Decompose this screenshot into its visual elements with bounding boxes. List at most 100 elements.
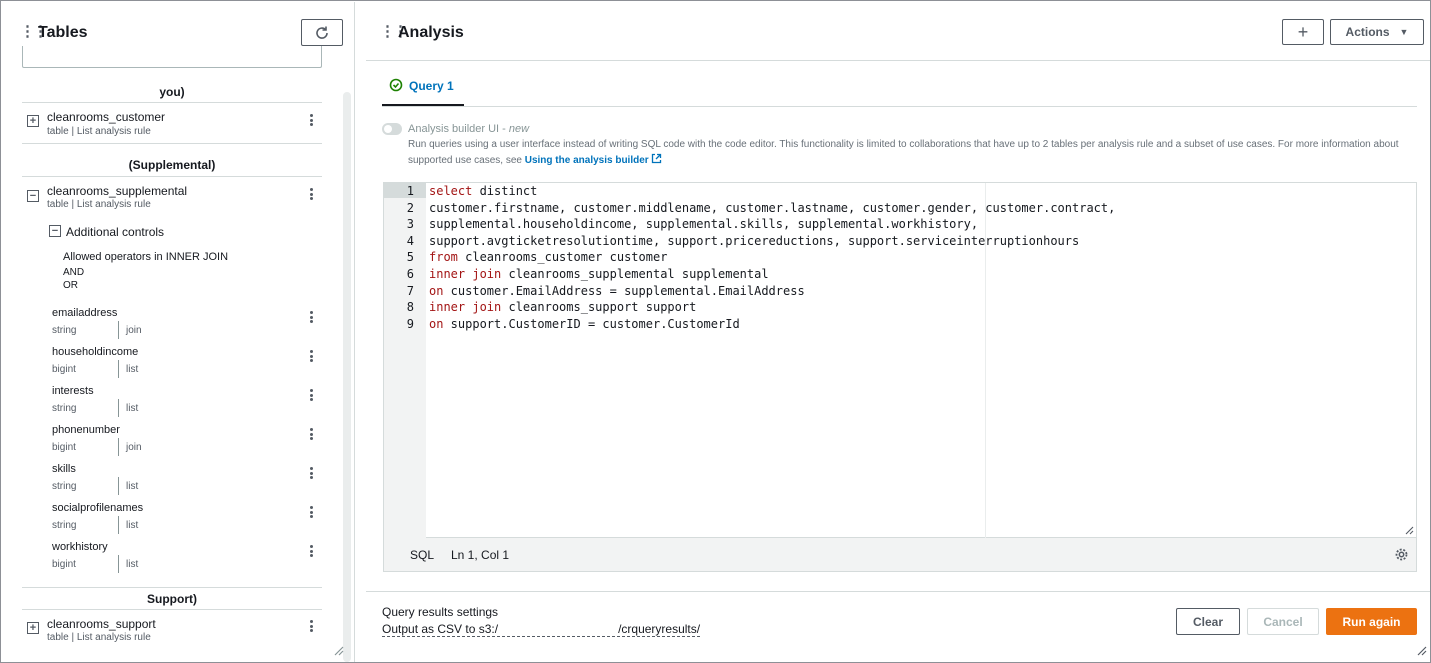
column-rule: list (126, 520, 139, 531)
operator-or: OR (63, 280, 78, 291)
code-text: cleanrooms_supplemental supplemental (501, 267, 769, 281)
column-type: string (52, 325, 77, 336)
column-name[interactable]: phonenumber (52, 424, 120, 436)
clear-button[interactable]: Clear (1176, 608, 1240, 635)
line-number: 2 (406, 200, 414, 215)
column-rule: join (126, 325, 142, 336)
external-link-icon[interactable] (651, 153, 662, 164)
cancel-button[interactable]: Cancel (1247, 608, 1319, 635)
column-name[interactable]: interests (52, 385, 94, 397)
code-text: support.CustomerID = customer.CustomerId (443, 316, 740, 331)
more-options-icon[interactable] (306, 387, 316, 403)
cursor-position: Ln 1, Col 1 (451, 548, 510, 562)
group-label: Support) (147, 592, 197, 606)
table-name[interactable]: cleanrooms_supplemental (47, 184, 187, 198)
column-name[interactable]: skills (52, 463, 76, 475)
panel-title: Tables (38, 24, 88, 41)
code-line[interactable]: on support.CustomerID = customer.Custome… (429, 317, 740, 331)
expand-icon[interactable]: + (27, 622, 39, 634)
sql-keyword: inner join (429, 267, 502, 281)
line-number: 1 (406, 184, 414, 198)
code-line[interactable]: support.avgticketresolutiontime, support… (429, 234, 1079, 248)
refresh-button[interactable] (301, 19, 343, 46)
more-options-icon[interactable] (306, 186, 316, 202)
resize-handle-icon[interactable] (1415, 644, 1427, 656)
code-line[interactable]: on customer.EmailAddress = supplemental.… (429, 284, 805, 298)
line-gutter: 1 2 34 5 6 7 89 (384, 183, 426, 538)
collapse-icon[interactable]: − (49, 225, 61, 237)
sql-keyword: on (429, 316, 444, 331)
add-query-button[interactable]: + (1282, 19, 1324, 45)
table-name[interactable]: cleanrooms_customer (47, 110, 165, 124)
run-again-button[interactable]: Run again (1326, 608, 1417, 635)
column-name[interactable]: emailaddress (52, 307, 117, 319)
line-number: 4 (406, 233, 414, 248)
column-divider (118, 477, 119, 495)
more-options-icon[interactable] (306, 426, 316, 442)
print-margin (985, 183, 986, 538)
output-prefix: Output as CSV to s3:/ (382, 622, 499, 636)
table-name[interactable]: cleanrooms_support (47, 617, 156, 631)
builder-toggle[interactable] (382, 123, 402, 135)
more-options-icon[interactable] (306, 309, 316, 325)
group-label: (Supplemental) (128, 158, 216, 172)
more-options-icon[interactable] (306, 465, 316, 481)
resize-handle-icon[interactable] (332, 644, 344, 656)
more-options-icon[interactable] (306, 504, 316, 520)
collapse-icon[interactable]: − (27, 190, 39, 202)
column-name[interactable]: householdincome (52, 346, 138, 358)
actions-button[interactable]: Actions ▼ (1330, 19, 1424, 45)
code-line[interactable]: supplemental.householdincome, supplement… (429, 217, 978, 231)
column-divider (118, 516, 119, 534)
analysis-panel: ⋮⋮ Analysis + Actions ▼ Query 1 Analysis… (366, 2, 1430, 662)
column-type: bigint (52, 442, 76, 453)
new-badge: new (508, 123, 530, 135)
sql-editor[interactable]: 1 2 34 5 6 7 89 select distinct customer.firstn… (383, 182, 1417, 538)
code-text: distinct (472, 184, 538, 198)
column-divider (118, 438, 119, 456)
column-type: string (52, 520, 77, 531)
sql-keyword: inner join (429, 300, 502, 315)
expand-icon[interactable]: + (27, 115, 39, 127)
column-type: bigint (52, 364, 76, 375)
code-line[interactable]: from cleanrooms_customer customer (429, 250, 667, 264)
code-line[interactable]: select distinct (429, 184, 537, 198)
more-options-icon[interactable] (306, 618, 316, 634)
scrollbar[interactable] (343, 92, 351, 662)
analysis-builder-link[interactable]: Using the analysis builder (525, 155, 649, 166)
more-options-icon[interactable] (306, 112, 316, 128)
code-line[interactable]: customer.firstname, customer.middlename,… (429, 201, 1115, 215)
settings-gear-icon[interactable] (1394, 547, 1409, 562)
builder-description-2: supported use cases, see Using the analy… (408, 153, 662, 166)
code-text: support.avgticketresolutiontime, support… (429, 233, 1080, 248)
panel-title: Analysis (398, 24, 464, 41)
results-output-path[interactable]: Output as CSV to s3:/ /crqueryresults/ (382, 622, 701, 637)
resize-handle-icon[interactable] (1404, 525, 1414, 535)
column-name[interactable]: workhistory (52, 541, 108, 553)
column-rule: list (126, 403, 139, 414)
column-divider (118, 360, 119, 378)
code-text: customer.EmailAddress = supplemental.Ema… (443, 283, 805, 298)
column-name[interactable]: socialprofilenames (52, 502, 143, 514)
additional-controls-label[interactable]: Additional controls (66, 225, 164, 239)
column-type: string (52, 403, 77, 414)
sql-keyword: from (429, 250, 458, 265)
results-settings-title: Query results settings (382, 605, 499, 619)
table-subtitle: table | List analysis rule (47, 632, 151, 643)
builder-label: Analysis builder UI (408, 123, 500, 135)
editor-status-bar: SQL Ln 1, Col 1 (383, 538, 1417, 572)
builder-description: Run queries using a user interface inste… (408, 139, 1399, 150)
more-options-icon[interactable] (306, 543, 316, 559)
code-line[interactable]: inner join cleanrooms_supplemental suppl… (429, 267, 769, 281)
line-number: 3 (406, 217, 414, 232)
more-options-icon[interactable] (306, 348, 316, 364)
sql-keyword: select (429, 184, 473, 198)
column-type: string (52, 481, 77, 492)
actions-label: Actions (1345, 25, 1390, 39)
column-type: bigint (52, 559, 76, 570)
tab-query-1[interactable]: Query 1 (382, 72, 464, 106)
code-line[interactable]: inner join cleanrooms_support support (429, 300, 696, 314)
table-filter-input[interactable] (22, 46, 322, 68)
tab-label: Query 1 (409, 79, 454, 93)
line-number: 8 (406, 300, 414, 315)
